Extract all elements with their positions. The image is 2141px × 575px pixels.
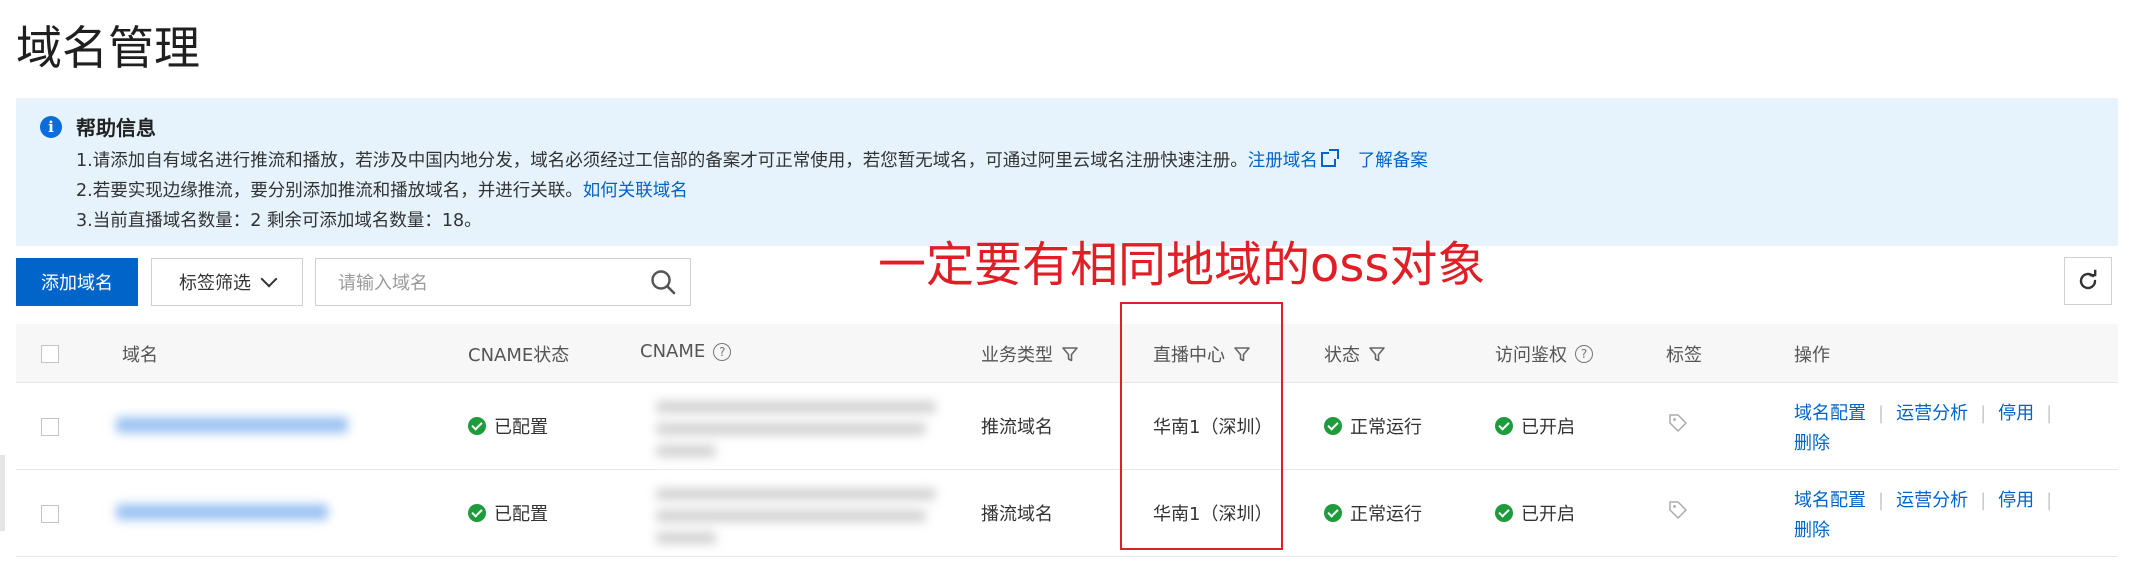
tag-icon[interactable] (1668, 413, 1688, 433)
disable-link[interactable]: 停用 (1998, 403, 2034, 424)
row-actions: 域名配置 | 运营分析 | 停用 | 删除 (1794, 403, 2053, 454)
refresh-button[interactable] (2064, 257, 2112, 305)
help-line-3: 3.当前直播域名数量：2 剩余可添加域名数量：18。 (76, 211, 482, 231)
search-box (315, 258, 691, 306)
external-link-icon (1320, 149, 1339, 167)
add-domain-button[interactable]: 添加域名 (16, 258, 138, 306)
how-to-associate-link[interactable]: 如何关联域名 (583, 181, 688, 201)
success-icon (1324, 504, 1342, 522)
filter-icon[interactable] (1061, 345, 1079, 363)
help-panel: i 帮助信息 1.请添加自有域名进行推流和播放，若涉及中国内地分发，域名必须经过… (16, 98, 2118, 246)
column-actions: 操作 (1794, 345, 1830, 366)
auth-cell: 已开启 (1495, 413, 1575, 439)
domain-config-link[interactable]: 域名配置 (1794, 403, 1866, 424)
page-title: 域名管理 (16, 21, 200, 75)
delete-link[interactable]: 删除 (1794, 433, 1830, 454)
select-all-checkbox[interactable] (41, 345, 59, 363)
help-line-1: 1.请添加自有域名进行推流和播放，若涉及中国内地分发，域名必须经过工信部的备案才… (76, 147, 1428, 172)
table-header: 域名 CNAME状态 CNAME? 业务类型 直播中心 状态 访问鉴权? 标签 … (16, 324, 2118, 383)
annotation-highlight-box (1120, 302, 1283, 550)
search-icon[interactable] (650, 269, 676, 295)
question-icon[interactable]: ? (1575, 345, 1593, 363)
cname-status-cell: 已配置 (468, 413, 548, 439)
ops-analysis-link[interactable]: 运营分析 (1896, 403, 1968, 424)
success-icon (1324, 417, 1342, 435)
help-line-2: 2.若要实现边缘推流，要分别添加推流和播放域名，并进行关联。如何关联域名 (76, 177, 688, 202)
auth-cell: 已开启 (1495, 500, 1575, 526)
refresh-icon (2079, 269, 2097, 290)
business-type-cell: 播流域名 (981, 504, 1053, 525)
success-icon (468, 417, 486, 435)
column-tags: 标签 (1666, 345, 1702, 366)
delete-link[interactable]: 删除 (1794, 520, 1830, 541)
column-cname-status: CNAME状态 (468, 345, 570, 366)
table-row: 已配置 推流域名 华南1（深圳） 正常运行 已开启 域名配置 | 运营分析 | 停用 | 删… (16, 383, 2118, 470)
row-checkbox[interactable] (41, 505, 59, 523)
help-line-2-text: 2.若要实现边缘推流，要分别添加推流和播放域名，并进行关联。 (76, 181, 583, 201)
business-type-cell: 推流域名 (981, 417, 1053, 438)
column-business-type: 业务类型 (981, 341, 1079, 367)
success-icon (1495, 417, 1513, 435)
domain-config-link[interactable]: 域名配置 (1794, 490, 1866, 511)
question-icon[interactable]: ? (713, 342, 732, 361)
chevron-down-icon (260, 270, 278, 288)
cname-status-cell: 已配置 (468, 500, 548, 526)
register-domain-link[interactable]: 注册域名 (1248, 149, 1339, 171)
table-row: 已配置 播流域名 华南1（深圳） 正常运行 已开启 域名配置 | 运营分析 | 停用 | 删… (16, 470, 2118, 557)
row-actions: 域名配置 | 运营分析 | 停用 | 删除 (1794, 490, 2053, 541)
info-icon: i (40, 116, 62, 138)
annotation-text: 一定要有相同地域的oss对象 (878, 237, 1486, 293)
learn-filing-link[interactable]: 了解备案 (1358, 151, 1428, 171)
ops-analysis-link[interactable]: 运营分析 (1896, 490, 1968, 511)
column-auth: 访问鉴权? (1495, 341, 1593, 367)
status-cell: 正常运行 (1324, 500, 1422, 526)
success-icon (1495, 504, 1513, 522)
search-input[interactable] (336, 269, 640, 297)
filter-icon[interactable] (1368, 345, 1386, 363)
help-title: 帮助信息 (76, 116, 156, 140)
column-domain: 域名 (122, 345, 158, 366)
disable-link[interactable]: 停用 (1998, 490, 2034, 511)
column-status: 状态 (1324, 341, 1386, 367)
tag-filter-label: 标签筛选 (179, 273, 251, 294)
success-icon (468, 504, 486, 522)
status-cell: 正常运行 (1324, 413, 1422, 439)
left-edge-marker (0, 455, 5, 531)
row-checkbox[interactable] (41, 418, 59, 436)
tag-filter-dropdown[interactable]: 标签筛选 (151, 258, 303, 306)
column-cname: CNAME? (640, 341, 732, 362)
tag-icon[interactable] (1668, 500, 1688, 520)
help-line-1-text: 1.请添加自有域名进行推流和播放，若涉及中国内地分发，域名必须经过工信部的备案才… (76, 151, 1248, 171)
